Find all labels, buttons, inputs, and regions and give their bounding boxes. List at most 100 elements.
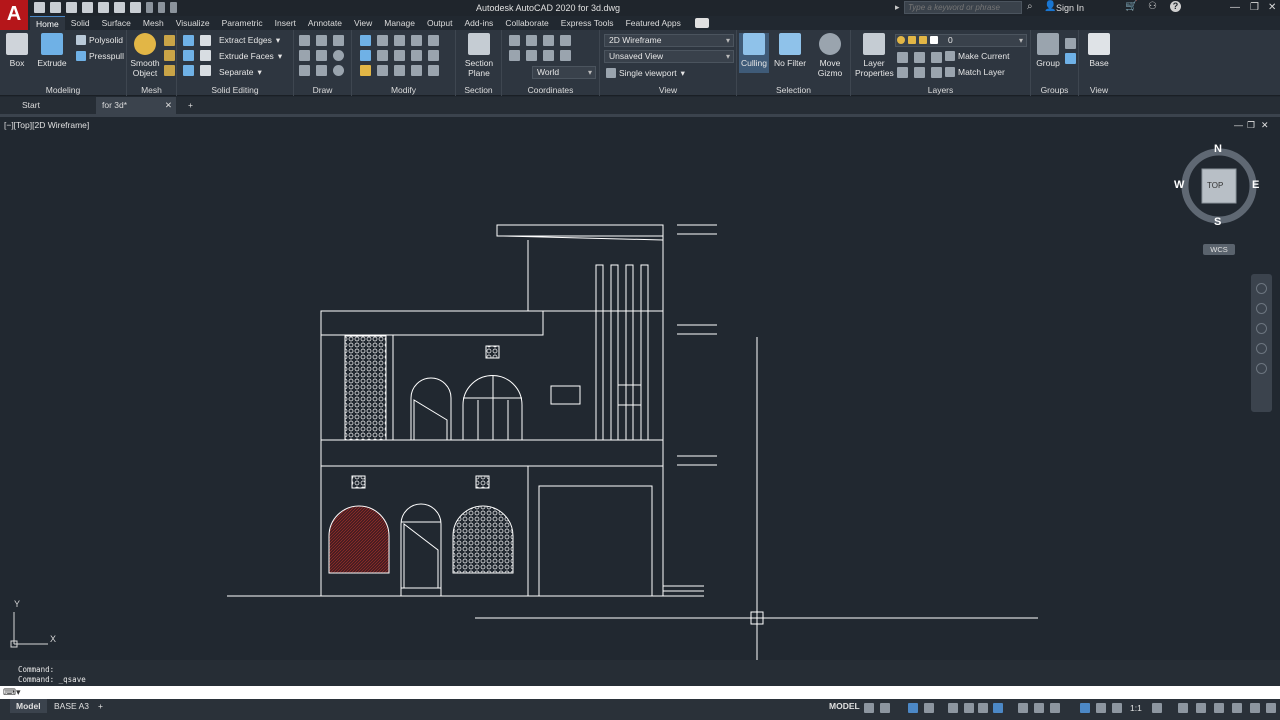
clean-screen-icon[interactable]	[1250, 703, 1260, 713]
ucs-icon[interactable]	[509, 35, 520, 46]
mesh-smooth-more-icon[interactable]	[164, 35, 175, 46]
ucs-x-icon[interactable]	[543, 35, 554, 46]
panel-label-coordinates[interactable]: Coordinates	[502, 85, 599, 95]
polar-icon[interactable]	[924, 703, 934, 713]
cart-icon[interactable]: 🛒	[1125, 1, 1137, 12]
separate-icon[interactable]	[200, 65, 211, 76]
tab-collaborate[interactable]: Collaborate	[499, 16, 554, 30]
layer-color-icon[interactable]	[930, 36, 938, 44]
panel-label-modify[interactable]: Modify	[352, 85, 455, 95]
panel-label-solid-editing[interactable]: Solid Editing	[177, 85, 293, 95]
command-input[interactable]	[30, 686, 1270, 699]
restore-icon[interactable]: ❐	[1250, 2, 1259, 13]
copy-icon[interactable]	[360, 50, 371, 61]
polyline-icon[interactable]	[316, 35, 327, 46]
trim-icon[interactable]	[394, 65, 405, 76]
isodraft-icon[interactable]	[948, 703, 958, 713]
viewport-configuration-button[interactable]: Single viewport ▾	[606, 66, 685, 80]
tab-express-tools[interactable]: Express Tools	[555, 16, 620, 30]
layer-unlock-icon[interactable]	[919, 36, 927, 44]
move-icon[interactable]	[360, 35, 371, 46]
group-button[interactable]: Group	[1035, 33, 1061, 68]
quick-properties-icon[interactable]	[1214, 703, 1224, 713]
visual-style-dropdown[interactable]: 2D Wireframe	[604, 34, 734, 47]
tab-add-ins[interactable]: Add-ins	[458, 16, 499, 30]
fillet-icon[interactable]	[428, 35, 439, 46]
ucs-dropdown[interactable]: World	[532, 66, 596, 79]
rectangle-icon[interactable]	[316, 65, 327, 76]
presspull-button[interactable]: Presspull	[76, 49, 124, 63]
layout-tab-base-a3[interactable]: BASE A3	[48, 699, 95, 713]
ucs-z-icon[interactable]	[526, 50, 537, 61]
layer-freeze-icon[interactable]	[931, 52, 942, 63]
close-tab-icon[interactable]: ✕	[165, 97, 172, 114]
named-view-dropdown[interactable]: Unsaved View	[604, 50, 734, 63]
mirror-icon[interactable]	[411, 50, 422, 61]
layer-lock-icon[interactable]	[897, 67, 908, 78]
tab-manage[interactable]: Manage	[378, 16, 421, 30]
ucs-view-icon[interactable]	[560, 50, 571, 61]
help-icon[interactable]: ?	[1170, 1, 1181, 12]
viewcube-face-label[interactable]: TOP	[1207, 181, 1223, 190]
layer-isolate-icon[interactable]	[914, 52, 925, 63]
lineweight-icon[interactable]	[1018, 703, 1028, 713]
compass-west[interactable]: W	[1174, 179, 1184, 191]
annotation-scale-value[interactable]: 1:1	[1130, 703, 1142, 713]
erase-icon[interactable]	[411, 65, 422, 76]
mesh-smooth-less-icon[interactable]	[164, 50, 175, 61]
extract-edges-icon[interactable]	[200, 35, 211, 46]
culling-button[interactable]: Culling	[739, 33, 769, 73]
annotation-scale-icon[interactable]	[1112, 703, 1122, 713]
tab-home[interactable]: Home	[30, 16, 65, 30]
snap-icon[interactable]	[880, 703, 890, 713]
ellipse-icon[interactable]	[333, 65, 344, 76]
tab-start[interactable]: Start	[16, 97, 96, 114]
intersect-icon[interactable]	[183, 65, 194, 76]
explode-icon[interactable]	[428, 65, 439, 76]
ortho-icon[interactable]	[908, 703, 918, 713]
3d-align-icon[interactable]	[411, 35, 422, 46]
close-icon[interactable]: ✕	[1268, 2, 1276, 13]
model-space-toggle[interactable]: MODEL	[829, 701, 860, 711]
people-icon[interactable]: ⚇	[1148, 1, 1157, 12]
layer-on-icon[interactable]	[897, 36, 905, 44]
new-tab-icon[interactable]: +	[182, 97, 199, 114]
gizmo-icon[interactable]	[394, 35, 405, 46]
group-select-icon[interactable]	[1065, 53, 1076, 64]
workspace-gear-icon[interactable]	[1152, 703, 1162, 713]
tab-for-3d[interactable]: for 3d* ✕	[96, 97, 176, 114]
ucs-3point-icon[interactable]	[543, 50, 554, 61]
sign-in-link[interactable]: Sign In	[1056, 3, 1084, 13]
transparency-icon[interactable]	[1034, 703, 1044, 713]
selection-cycling-icon[interactable]	[1050, 703, 1060, 713]
viewcube[interactable]: N S E W TOP	[1174, 143, 1260, 228]
object-snap-tracking-icon[interactable]	[964, 703, 974, 713]
tab-view[interactable]: View	[348, 16, 378, 30]
no-filter-button[interactable]: No Filter	[773, 33, 807, 68]
mesh-refine-icon[interactable]	[164, 65, 175, 76]
minimize-icon[interactable]: —	[1230, 2, 1240, 13]
extract-edges-button[interactable]: Extract Edges ▾	[219, 33, 280, 47]
ribbon-toggle-icon[interactable]	[694, 18, 709, 28]
panel-label-view-base[interactable]: View	[1079, 85, 1119, 95]
command-customize-icon[interactable]: ⌨▾	[3, 687, 21, 698]
grid-icon[interactable]	[864, 703, 874, 713]
spline-icon[interactable]	[299, 50, 310, 61]
ucs-origin-icon[interactable]	[509, 50, 520, 61]
make-current-button[interactable]: Make Current	[945, 49, 1010, 63]
extrude-faces-button[interactable]: Extrude Faces ▾	[219, 49, 282, 63]
extrude-faces-icon[interactable]	[200, 50, 211, 61]
tab-parametric[interactable]: Parametric	[216, 16, 269, 30]
ucs-y-icon[interactable]	[560, 35, 571, 46]
compass-north[interactable]: N	[1214, 143, 1222, 155]
panel-label-selection[interactable]: Selection	[737, 85, 850, 95]
stretch-icon[interactable]	[360, 65, 371, 76]
layer-properties-button[interactable]: Layer Properties	[855, 33, 894, 78]
search-icon[interactable]: ⌕	[1027, 1, 1033, 12]
annotation-visibility-icon[interactable]	[1080, 703, 1090, 713]
compass-south[interactable]: S	[1214, 216, 1221, 228]
tab-output[interactable]: Output	[421, 16, 459, 30]
steering-wheel-icon[interactable]	[1256, 283, 1267, 294]
tab-mesh[interactable]: Mesh	[137, 16, 170, 30]
box-button[interactable]: Box	[4, 33, 30, 68]
